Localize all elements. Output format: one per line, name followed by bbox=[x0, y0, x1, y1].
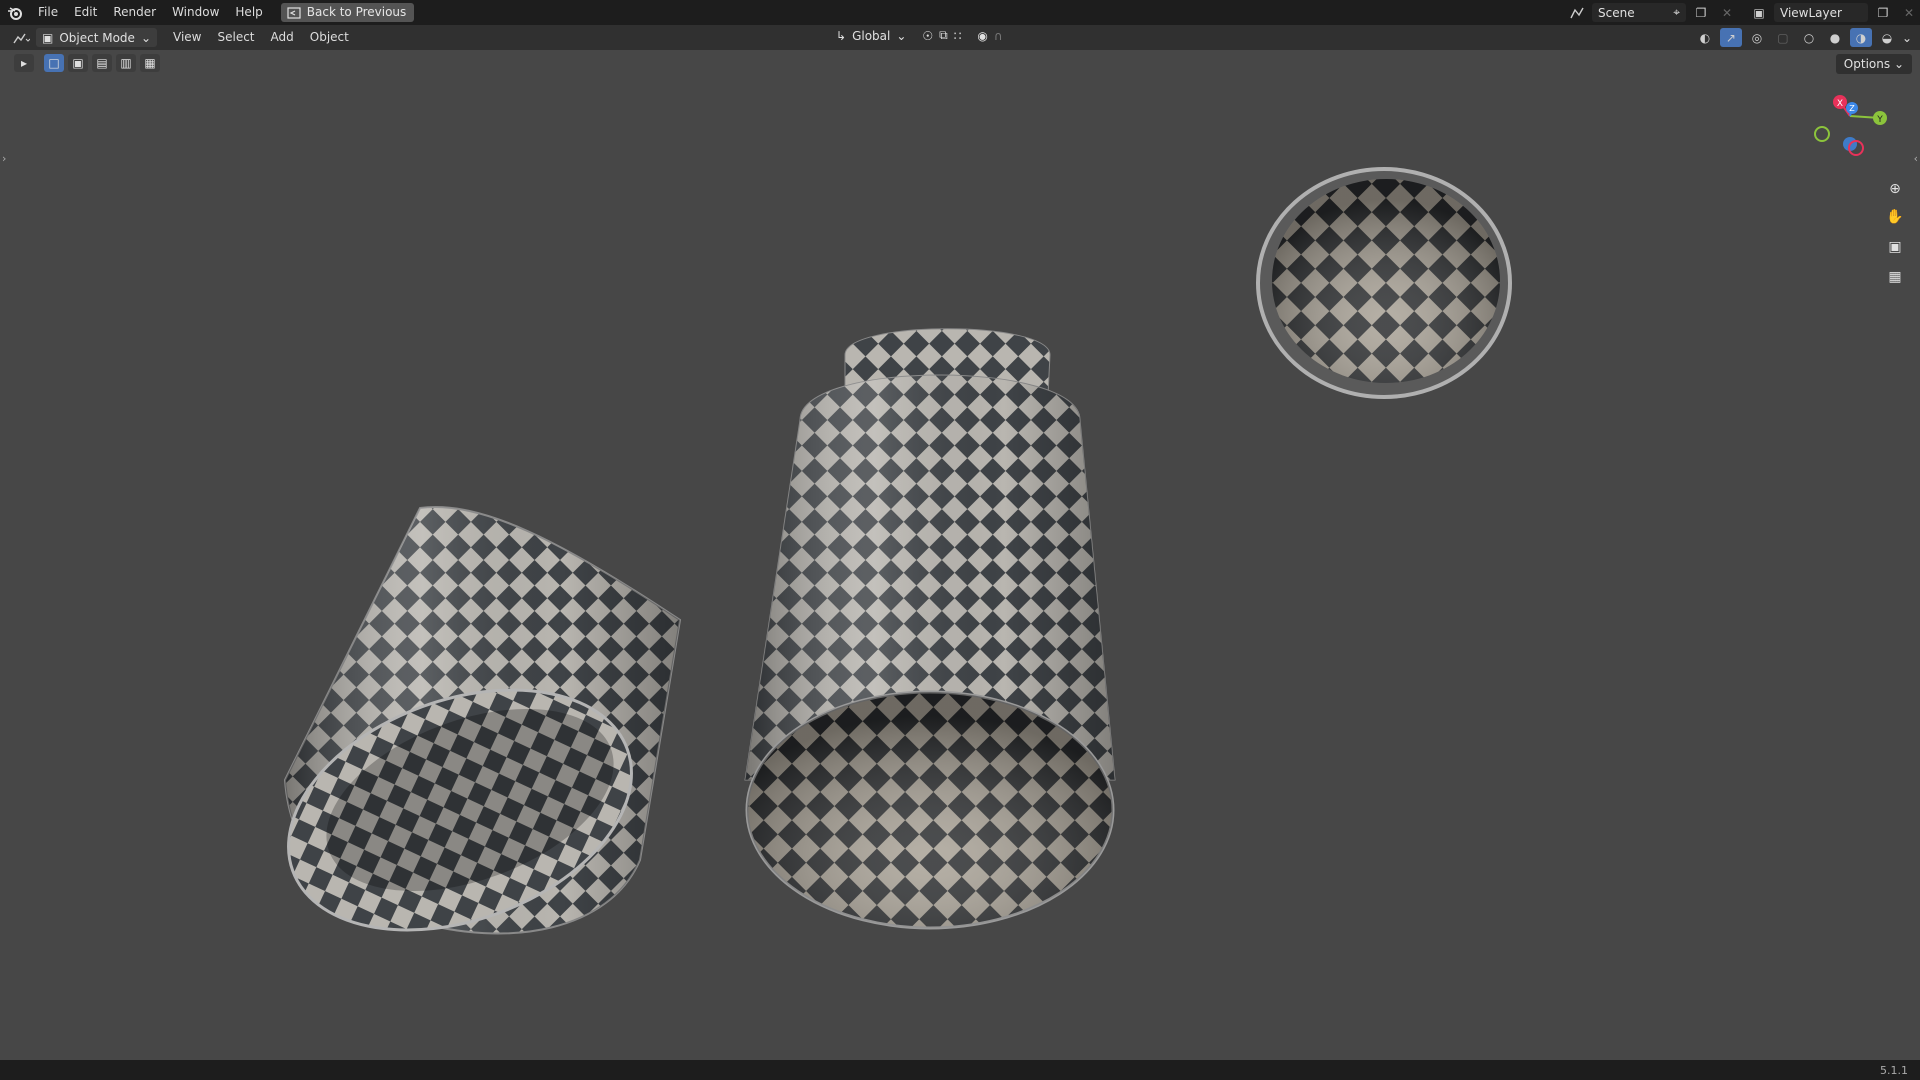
gizmo-toggle-icon[interactable]: ↗ bbox=[1719, 28, 1742, 47]
select-tool-icon[interactable]: ▸ bbox=[14, 54, 34, 72]
view-layer-field[interactable]: ViewLayer bbox=[1774, 3, 1868, 22]
select-subtract-icon[interactable]: ▤ bbox=[92, 54, 112, 72]
snap-icon[interactable]: ⧉ bbox=[939, 28, 948, 43]
scene-name: Scene bbox=[1598, 5, 1635, 20]
options-label: Options bbox=[1843, 57, 1891, 71]
object-mode-icon: ▣ bbox=[42, 30, 54, 45]
open-cylinder-object[interactable] bbox=[255, 506, 682, 974]
disc-object[interactable] bbox=[1256, 167, 1512, 399]
menu-select[interactable]: Select bbox=[209, 28, 262, 47]
select-mode-toolbar: ▸ □ ▣ ▤ ▥ ▦ bbox=[14, 54, 160, 72]
menu-help[interactable]: Help bbox=[227, 0, 270, 25]
pin-icon[interactable]: ⌖ bbox=[1673, 5, 1680, 20]
select-invert-icon[interactable]: ▥ bbox=[116, 54, 136, 72]
view-layer-name: ViewLayer bbox=[1780, 5, 1842, 20]
top-right-controls: Scene ⌖ ❐ ✕ ▣ ViewLayer ❐ ✕ bbox=[1566, 0, 1920, 25]
viewport-header: ▣ Object Mode ⌄ View Select Add Object ↳… bbox=[0, 25, 1920, 50]
transform-orientation-icon: ↳ bbox=[836, 28, 847, 43]
top-menu-bar: File Edit Render Window Help Back to Pre… bbox=[0, 0, 1920, 25]
chevron-down-icon[interactable]: ⌄ bbox=[1902, 31, 1912, 45]
3d-viewport[interactable]: › ‹ bbox=[0, 50, 1920, 1060]
status-bar: 5.1.1 bbox=[0, 1060, 1920, 1080]
delete-scene-icon[interactable]: ✕ bbox=[1716, 3, 1738, 22]
menu-window[interactable]: Window bbox=[164, 0, 227, 25]
viewport-shading-tools: ◐ ↗ ◎ ▢ ○ ● ◑ ◒ ⌄ bbox=[1694, 28, 1912, 47]
solid-shading-icon[interactable]: ● bbox=[1824, 28, 1846, 47]
proportional-edit-icon[interactable]: ◉ bbox=[977, 29, 987, 43]
overlay-toggle-icon[interactable]: ◎ bbox=[1746, 28, 1768, 47]
blender-logo-icon[interactable] bbox=[0, 0, 30, 25]
perspective-grid-icon[interactable]: ▦ bbox=[1882, 264, 1908, 290]
new-view-layer-icon[interactable]: ❐ bbox=[1872, 3, 1894, 22]
navigation-gizmo[interactable]: X Y Z bbox=[1812, 88, 1902, 168]
select-intersect-icon[interactable]: ▦ bbox=[140, 54, 160, 72]
falloff-icon[interactable]: ∩ bbox=[994, 29, 1003, 43]
tall-cylinder-object[interactable] bbox=[744, 328, 1116, 930]
menu-object[interactable]: Object bbox=[302, 28, 357, 47]
new-scene-icon[interactable]: ❐ bbox=[1690, 3, 1712, 22]
back-button-label: Back to Previous bbox=[306, 5, 407, 19]
material-preview-shading-icon[interactable]: ◑ bbox=[1849, 28, 1872, 47]
menu-file[interactable]: File bbox=[30, 0, 66, 25]
transform-orientation-dropdown[interactable]: Global bbox=[852, 29, 890, 43]
menu-edit[interactable]: Edit bbox=[66, 0, 105, 25]
xray-toggle-icon[interactable]: ▢ bbox=[1772, 28, 1794, 47]
back-to-previous-button[interactable]: Back to Previous bbox=[280, 3, 415, 22]
viewport-scene[interactable] bbox=[0, 50, 1920, 1060]
rendered-shading-icon[interactable]: ◒ bbox=[1876, 28, 1898, 47]
select-new-icon[interactable]: □ bbox=[44, 54, 64, 72]
gizmo-y-label: Y bbox=[1876, 115, 1883, 125]
pivot-point-icon[interactable]: ☉ bbox=[922, 29, 933, 43]
chevron-down-icon: ⌄ bbox=[896, 28, 907, 43]
zoom-icon[interactable]: ⊕ bbox=[1882, 176, 1908, 202]
snap-grid-icon[interactable]: ∷ bbox=[954, 29, 962, 43]
mode-dropdown[interactable]: ▣ Object Mode ⌄ bbox=[36, 28, 157, 47]
menu-add[interactable]: Add bbox=[263, 28, 302, 47]
gizmo-z-label: Z bbox=[1849, 104, 1855, 113]
chevron-down-icon: ⌄ bbox=[140, 30, 151, 45]
wireframe-shading-icon[interactable]: ○ bbox=[1798, 28, 1820, 47]
view-layer-browse-icon[interactable]: ▣ bbox=[1748, 3, 1770, 22]
visibility-icon[interactable]: ◐ bbox=[1694, 28, 1716, 47]
menu-render[interactable]: Render bbox=[105, 0, 164, 25]
back-screen-icon bbox=[287, 6, 301, 19]
version-label: 5.1.1 bbox=[1880, 1064, 1908, 1077]
gizmo-x-label: X bbox=[1837, 99, 1843, 109]
scene-name-field[interactable]: Scene ⌖ bbox=[1592, 3, 1686, 22]
pan-hand-icon[interactable]: ✋ bbox=[1882, 204, 1908, 230]
gizmo-neg-y[interactable] bbox=[1814, 126, 1830, 142]
chevron-down-icon: ⌄ bbox=[1893, 57, 1904, 71]
menu-view[interactable]: View bbox=[165, 28, 209, 47]
mode-label: Object Mode bbox=[59, 30, 135, 45]
options-dropdown[interactable]: Options ⌄ bbox=[1835, 54, 1912, 74]
select-extend-icon[interactable]: ▣ bbox=[68, 54, 88, 72]
sidebar-expand-arrow[interactable]: ‹ bbox=[1914, 152, 1918, 165]
transform-tools: ↳ Global ⌄ ☉ ⧉ ∷ ◉ ∩ bbox=[836, 28, 1003, 43]
camera-view-icon[interactable]: ▣ bbox=[1882, 234, 1908, 260]
scene-browse-icon[interactable] bbox=[1566, 3, 1588, 22]
toolbar-expand-arrow[interactable]: › bbox=[2, 152, 6, 165]
editor-type-icon[interactable] bbox=[10, 28, 32, 47]
delete-view-layer-icon[interactable]: ✕ bbox=[1898, 3, 1920, 22]
